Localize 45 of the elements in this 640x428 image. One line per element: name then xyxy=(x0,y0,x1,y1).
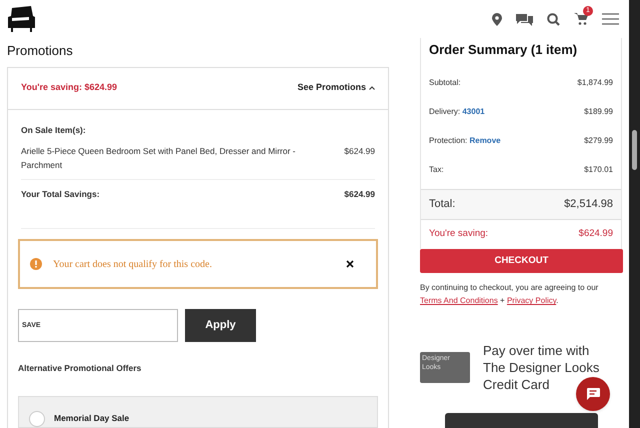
summary-label: Subtotal: xyxy=(429,76,461,88)
item-price: $624.99 xyxy=(344,145,375,158)
chat-button[interactable] xyxy=(576,377,610,411)
credit-card-promo-line: Credit Card xyxy=(483,376,550,394)
close-icon[interactable] xyxy=(346,260,354,268)
saving-label: You're saving: xyxy=(429,227,488,242)
saving-value: $624.99 xyxy=(578,227,613,242)
menu-icon[interactable] xyxy=(602,13,619,25)
credit-card-promo-line: The Designer Looks xyxy=(483,359,600,376)
offer-label: Memorial Day Sale xyxy=(54,412,130,426)
checkout-legal-text: By continuing to checkout, you are agreeing to our Terms And Conditions + Privacy Policy. xyxy=(420,282,600,308)
see-promotions-toggle[interactable]: See Promotions xyxy=(297,81,375,95)
scrollbar[interactable] xyxy=(629,0,640,428)
item-name: Arielle 5-Piece Queen Bedroom Set with Panel Bed, Dresser and Mirror - Parchment xyxy=(21,145,296,172)
summary-value: $170.01 xyxy=(584,164,613,176)
total-label: Total: xyxy=(429,197,456,212)
credit-card-promo-line: Pay over time with xyxy=(483,342,590,360)
warning-icon xyxy=(30,258,42,270)
apply-button[interactable]: Apply xyxy=(185,309,256,342)
total-savings-value: $624.99 xyxy=(344,188,375,201)
on-sale-label: On Sale Item(s): xyxy=(21,124,87,136)
total-savings-label: Your Total Savings: xyxy=(21,188,100,201)
checkout-button[interactable]: CHECKOUT xyxy=(420,249,623,274)
summary-label: Tax: xyxy=(429,164,444,176)
location-pin-icon[interactable] xyxy=(492,12,502,26)
radio-button[interactable] xyxy=(29,410,45,427)
armchair-logo-icon[interactable] xyxy=(7,6,36,32)
search-icon[interactable] xyxy=(547,12,560,26)
alternative-offers-title: Alternative Promotional Offers xyxy=(18,362,142,375)
summary-value: $189.99 xyxy=(584,106,613,118)
summary-label: Protection: Remove xyxy=(429,134,501,146)
summary-label: Delivery: 43001 xyxy=(429,106,485,118)
privacy-link[interactable]: Privacy Policy xyxy=(506,296,556,306)
error-message: Your cart does not qualify for this code. xyxy=(53,258,213,272)
section-title: Promotions xyxy=(7,42,74,60)
summary-value: $1,874.99 xyxy=(577,76,613,88)
terms-link[interactable]: Terms And Conditions xyxy=(420,296,498,306)
order-summary-title: Order Summary (1 item) xyxy=(428,41,578,59)
summary-link[interactable]: Remove xyxy=(469,136,501,144)
total-value: $2,514.98 xyxy=(564,197,613,212)
chat-bubbles-icon[interactable] xyxy=(516,12,533,26)
summary-link[interactable]: 43001 xyxy=(462,106,485,116)
summary-value: $279.99 xyxy=(584,134,613,146)
savings-text: You're saving: $624.99 xyxy=(21,81,118,94)
chat-icon xyxy=(586,388,600,400)
